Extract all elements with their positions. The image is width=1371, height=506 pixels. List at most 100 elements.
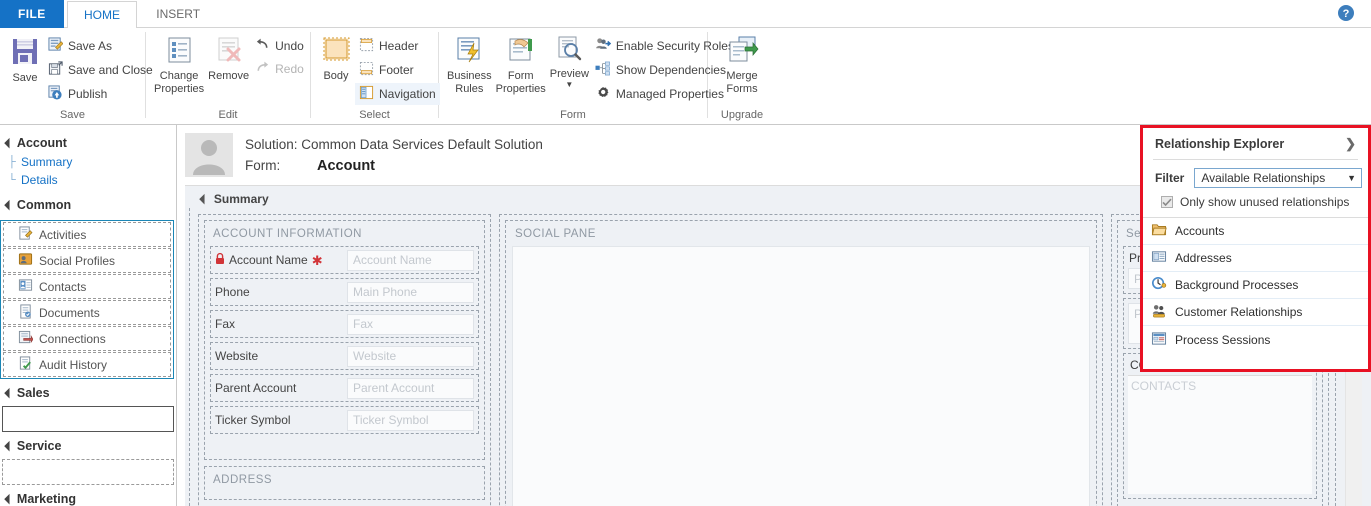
relationship-filter-select[interactable]: Available Relationships ▼ bbox=[1194, 168, 1362, 188]
avatar bbox=[185, 133, 233, 177]
nav-group-marketing-header[interactable]: ◣Marketing bbox=[0, 489, 176, 506]
publish-button[interactable]: Publish bbox=[44, 83, 157, 105]
preview-button[interactable]: Preview ▼ bbox=[548, 32, 591, 92]
section-empty-slot[interactable] bbox=[210, 438, 479, 452]
ribbon-group-edit: Change Properties Remove Undo Redo Edit bbox=[146, 28, 310, 124]
social-pane-control[interactable] bbox=[512, 246, 1090, 506]
sidebar-item-documents[interactable]: Documents bbox=[3, 300, 171, 325]
nav-group-service: ◣Service bbox=[0, 436, 176, 485]
sidebar-item-audit-history-label: Audit History bbox=[39, 357, 108, 372]
connections-icon bbox=[18, 330, 34, 348]
save-button-label: Save bbox=[12, 72, 38, 84]
navigation-button[interactable]: Navigation bbox=[355, 83, 440, 105]
preview-dropdown-arrow[interactable]: ▼ bbox=[565, 80, 573, 89]
nav-group-sales: ◣Sales bbox=[0, 383, 176, 432]
field-parent-account-input[interactable]: Parent Account bbox=[347, 377, 474, 399]
tab-insert[interactable]: INSERT bbox=[140, 0, 216, 28]
section-social-pane[interactable]: SOCIAL PANE bbox=[505, 220, 1097, 506]
field-account-name-input[interactable]: Account Name bbox=[347, 249, 474, 271]
field-phone-input[interactable]: Main Phone bbox=[347, 281, 474, 303]
nav-group-common-header[interactable]: ◣Common bbox=[0, 195, 176, 215]
field-phone[interactable]: Phone Main Phone bbox=[210, 278, 479, 306]
chevron-right-icon[interactable]: ❯ bbox=[1345, 136, 1358, 152]
show-dependencies-icon bbox=[595, 61, 611, 79]
background-processes-icon bbox=[1151, 276, 1167, 294]
save-button[interactable]: Save bbox=[6, 32, 44, 88]
subgrid-contacts[interactable]: CONTACTS CONTACTS bbox=[1123, 353, 1317, 499]
save-as-button[interactable]: Save As bbox=[44, 35, 157, 57]
undo-button[interactable]: Undo bbox=[251, 35, 308, 56]
remove-button[interactable]: Remove bbox=[206, 32, 251, 86]
process-sessions-icon bbox=[1151, 331, 1167, 349]
ribbon-group-edit-title: Edit bbox=[218, 109, 238, 121]
audit-history-icon bbox=[18, 355, 33, 374]
undo-label: Undo bbox=[275, 38, 304, 53]
field-fax[interactable]: Fax Fax bbox=[210, 310, 479, 338]
list-item[interactable]: Accounts bbox=[1143, 218, 1368, 245]
subgrid-contacts-body[interactable]: CONTACTS bbox=[1128, 376, 1312, 494]
field-account-name[interactable]: Account Name ✱ Account Name bbox=[210, 246, 479, 274]
tree-branch-icon: └ bbox=[8, 174, 16, 186]
business-rules-button[interactable]: Business Rules bbox=[445, 32, 494, 98]
list-item[interactable]: Background Processes bbox=[1143, 272, 1368, 299]
activities-icon bbox=[18, 225, 33, 244]
redo-button[interactable]: Redo bbox=[251, 58, 308, 79]
body-button[interactable]: Body bbox=[317, 32, 355, 86]
list-item[interactable]: Customer Relationships bbox=[1143, 299, 1368, 326]
field-ticker-symbol-input[interactable]: Ticker Symbol bbox=[347, 409, 474, 431]
list-item[interactable]: Addresses bbox=[1143, 245, 1368, 272]
tab-file[interactable]: FILE bbox=[0, 0, 64, 28]
change-properties-label-1: Change bbox=[159, 70, 199, 82]
form-column-1[interactable]: ACCOUNT INFORMATION Account Name ✱ Accou… bbox=[198, 214, 491, 506]
help-icon[interactable]: ? bbox=[1337, 4, 1355, 22]
sidebar-item-details[interactable]: └ Details bbox=[0, 171, 176, 189]
ribbon: Save Save As Save and Close Publish Save… bbox=[0, 28, 1371, 125]
save-group-commands: Save As Save and Close Publish bbox=[44, 32, 157, 105]
form-properties-button[interactable]: Form Properties bbox=[494, 32, 548, 98]
nav-group-service-header[interactable]: ◣Service bbox=[0, 436, 176, 456]
ribbon-tabstrip: FILE HOME INSERT ? bbox=[0, 0, 1371, 29]
field-fax-input[interactable]: Fax bbox=[347, 313, 474, 335]
only-unused-relationships-row[interactable]: Only show unused relationships bbox=[1143, 191, 1368, 217]
change-properties-button[interactable]: Change Properties bbox=[152, 32, 206, 98]
form-column-2[interactable]: SOCIAL PANE bbox=[499, 214, 1103, 506]
customer-relationships-icon bbox=[1151, 303, 1167, 321]
field-website-input[interactable]: Website bbox=[347, 345, 474, 367]
only-unused-relationships-checkbox[interactable] bbox=[1161, 196, 1173, 208]
sidebar-item-activities[interactable]: Activities bbox=[3, 222, 171, 247]
form-properties-icon bbox=[509, 38, 532, 61]
header-button[interactable]: Header bbox=[355, 35, 440, 57]
list-item[interactable]: Process Sessions bbox=[1143, 326, 1368, 353]
sidebar-item-contacts-label: Contacts bbox=[39, 279, 87, 294]
field-parent-account-label: Parent Account bbox=[215, 381, 297, 395]
field-account-name-label: Account Name ✱ bbox=[215, 252, 347, 268]
field-parent-account[interactable]: Parent Account Parent Account bbox=[210, 374, 479, 402]
business-rules-icon bbox=[457, 37, 480, 63]
field-ticker-symbol[interactable]: Ticker Symbol Ticker Symbol bbox=[210, 406, 479, 434]
nav-service-empty-slot[interactable] bbox=[2, 459, 174, 485]
undo-icon bbox=[255, 37, 270, 54]
ribbon-group-save: Save Save As Save and Close Publish Save bbox=[0, 28, 153, 124]
section-address[interactable]: ADDRESS bbox=[204, 466, 485, 500]
collapse-caret-icon: ◣ bbox=[3, 492, 16, 505]
footer-button[interactable]: Footer bbox=[355, 59, 440, 81]
navigation-icon bbox=[359, 85, 374, 103]
nav-group-sales-header[interactable]: ◣Sales bbox=[0, 383, 176, 403]
tab-home[interactable]: HOME bbox=[66, 1, 137, 29]
nav-group-account-header[interactable]: ◣Account bbox=[0, 133, 176, 153]
sidebar-item-summary[interactable]: ├ Summary bbox=[0, 153, 176, 171]
sidebar-item-social-profiles[interactable]: Social Profiles bbox=[3, 248, 171, 273]
ribbon-group-form: Business Rules Form Properties Preview ▼… bbox=[439, 28, 734, 124]
merge-forms-button[interactable]: Merge Forms bbox=[714, 32, 770, 98]
accounts-icon bbox=[1151, 222, 1167, 240]
sidebar-item-audit-history[interactable]: Audit History bbox=[3, 352, 171, 377]
nav-sales-empty-slot[interactable] bbox=[2, 406, 174, 432]
field-phone-label: Phone bbox=[215, 285, 250, 299]
section-account-information[interactable]: ACCOUNT INFORMATION Account Name ✱ Accou… bbox=[204, 220, 485, 460]
field-website[interactable]: Website Website bbox=[210, 342, 479, 370]
sidebar-item-contacts[interactable]: Contacts bbox=[3, 274, 171, 299]
form-name: Account bbox=[317, 158, 375, 174]
sidebar-item-connections[interactable]: Connections bbox=[3, 326, 171, 351]
save-and-close-button[interactable]: Save and Close bbox=[44, 59, 157, 81]
relationship-explorer-title-bar: Relationship Explorer ❯ bbox=[1143, 128, 1368, 159]
